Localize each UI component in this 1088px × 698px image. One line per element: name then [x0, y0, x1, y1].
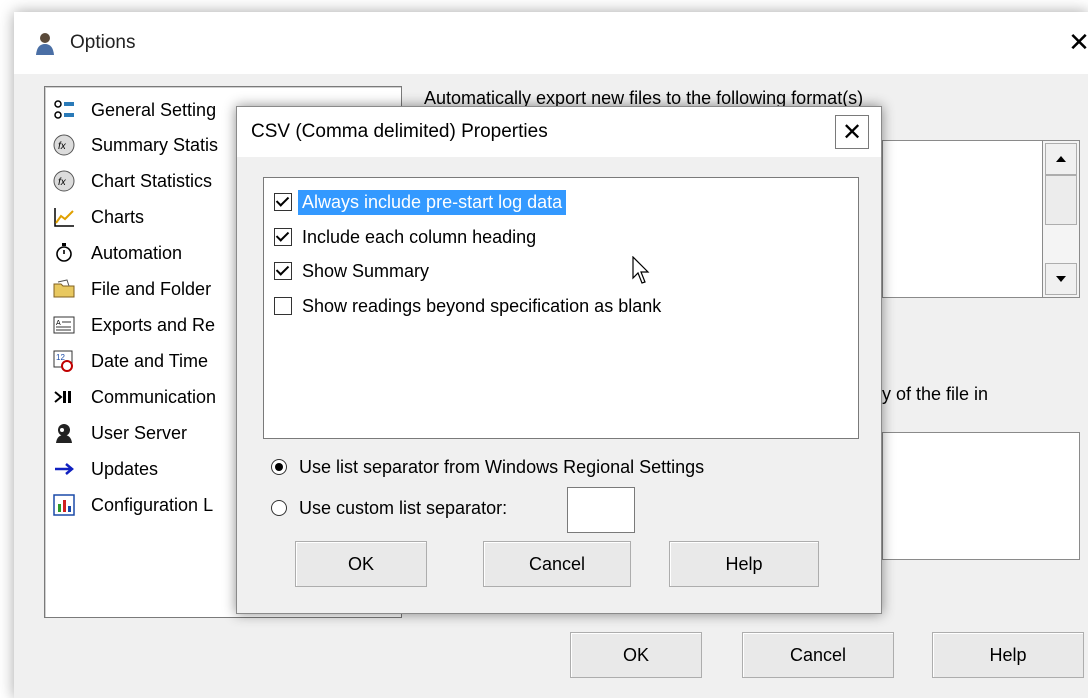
category-label: Exports and Re: [91, 314, 216, 335]
scroll-up-button[interactable]: [1045, 143, 1077, 175]
scroll-thumb[interactable]: [1045, 175, 1077, 225]
format-list-scrollbar[interactable]: [1042, 140, 1080, 298]
calendar-clock-icon: 12: [53, 350, 75, 372]
arrow-down-icon: [1056, 276, 1066, 282]
category-item-file-and-folder[interactable]: File and Folder: [53, 274, 211, 304]
svg-text:12: 12: [56, 353, 65, 362]
category-item-updates[interactable]: Updates: [53, 454, 158, 484]
radio-custom-separator[interactable]: Use custom list separator:: [271, 494, 507, 522]
ok-button[interactable]: OK: [570, 632, 702, 678]
category-label: Date and Time: [91, 350, 209, 371]
option-label: Show Summary: [302, 260, 430, 281]
options-titlebar[interactable]: Options ✕: [14, 12, 1088, 74]
help-button[interactable]: Help: [932, 632, 1084, 678]
category-label: Updates: [91, 458, 159, 479]
option-label: Always include pre-start log data: [298, 189, 567, 215]
option-pre-start-log-data[interactable]: Always include pre-start log data: [274, 188, 567, 216]
svg-text:fx: fx: [58, 141, 67, 152]
svg-text:fx: fx: [58, 177, 67, 188]
configuration-icon: [53, 494, 75, 516]
category-item-summary-statistics[interactable]: fx Summary Statis: [53, 130, 218, 160]
option-show-summary[interactable]: Show Summary: [274, 257, 433, 285]
category-item-user-server[interactable]: User Server: [53, 418, 187, 448]
csv-close-button[interactable]: ✕: [835, 115, 869, 149]
options-title: Options: [70, 32, 136, 53]
folder-icon: [53, 278, 75, 300]
category-item-chart-statistics[interactable]: fx Chart Statistics: [53, 166, 212, 196]
category-label: Automation: [91, 242, 183, 263]
options-close-button[interactable]: ✕: [1064, 28, 1088, 58]
cancel-label: Cancel: [789, 644, 847, 665]
windows-separator-radio[interactable]: [271, 459, 287, 475]
category-item-date-and-time[interactable]: 12 Date and Time: [53, 346, 208, 376]
category-item-general-settings[interactable]: General Setting: [53, 95, 216, 125]
show-summary-checkbox[interactable]: [274, 262, 292, 280]
help-label: Help: [989, 644, 1027, 665]
scroll-down-button[interactable]: [1045, 263, 1077, 295]
category-item-communication[interactable]: Communication: [53, 382, 216, 412]
option-label: Include each column heading: [302, 226, 537, 247]
ok-label: OK: [622, 644, 649, 665]
cancel-button[interactable]: Cancel: [742, 632, 894, 678]
stopwatch-icon: [53, 242, 75, 264]
general-settings-icon: [53, 99, 75, 121]
mouse-pointer-icon: [632, 256, 650, 284]
svg-text:A: A: [56, 320, 61, 327]
options-app-icon: [36, 33, 54, 55]
line-chart-icon: [53, 206, 75, 228]
category-label: Charts: [91, 206, 145, 227]
custom-separator-input[interactable]: [567, 487, 635, 533]
arrow-right-icon: [53, 458, 75, 480]
option-readings-beyond-spec[interactable]: Show readings beyond specification as bl…: [274, 292, 665, 320]
arrow-up-icon: [1056, 156, 1066, 162]
category-item-exports-and-reports[interactable]: A Exports and Re: [53, 310, 215, 340]
category-item-automation[interactable]: Automation: [53, 238, 182, 268]
option-label: Show readings beyond specification as bl…: [302, 295, 662, 316]
csv-option-list[interactable]: Always include pre-start log data Includ…: [263, 177, 859, 439]
category-label: Configuration L: [91, 494, 214, 515]
category-item-charts[interactable]: Charts: [53, 202, 144, 232]
pre-start-log-checkbox[interactable]: [274, 193, 292, 211]
category-label: File and Folder: [91, 278, 212, 299]
category-label: Communication: [91, 386, 217, 407]
chart-statistics-icon: fx: [53, 170, 75, 192]
csv-help-button[interactable]: Help: [669, 541, 819, 587]
column-heading-checkbox[interactable]: [274, 228, 292, 246]
help-label: Help: [725, 553, 763, 574]
csv-properties-dialog: CSV (Comma delimited) Properties ✕ Alway…: [236, 106, 882, 614]
custom-separator-radio[interactable]: [271, 500, 287, 516]
export-icon: A: [53, 314, 75, 336]
radio-windows-separator[interactable]: Use list separator from Windows Regional…: [271, 453, 704, 481]
copy-location-box[interactable]: [882, 432, 1080, 560]
category-label: Summary Statis: [91, 134, 219, 155]
csv-ok-button[interactable]: OK: [295, 541, 427, 587]
copy-file-label: y of the file in: [882, 384, 989, 404]
category-item-configuration[interactable]: Configuration L: [53, 490, 213, 520]
csv-dialog-title: CSV (Comma delimited) Properties: [251, 121, 548, 142]
radio-label: Use custom list separator:: [299, 497, 508, 518]
ok-label: OK: [347, 553, 374, 574]
csv-dialog-titlebar[interactable]: CSV (Comma delimited) Properties ✕: [237, 107, 881, 157]
category-label: Chart Statistics: [91, 170, 213, 191]
cancel-label: Cancel: [528, 553, 586, 574]
communication-icon: [53, 386, 75, 408]
category-label: User Server: [91, 422, 188, 443]
option-column-heading[interactable]: Include each column heading: [274, 223, 540, 251]
readings-beyond-spec-checkbox[interactable]: [274, 297, 292, 315]
summary-statistics-icon: fx: [53, 134, 75, 156]
user-server-icon: [53, 422, 75, 444]
close-icon: ✕: [1068, 28, 1088, 58]
radio-label: Use list separator from Windows Regional…: [299, 456, 705, 477]
close-icon: ✕: [841, 118, 863, 146]
csv-cancel-button[interactable]: Cancel: [483, 541, 631, 587]
category-label: General Setting: [91, 99, 217, 120]
